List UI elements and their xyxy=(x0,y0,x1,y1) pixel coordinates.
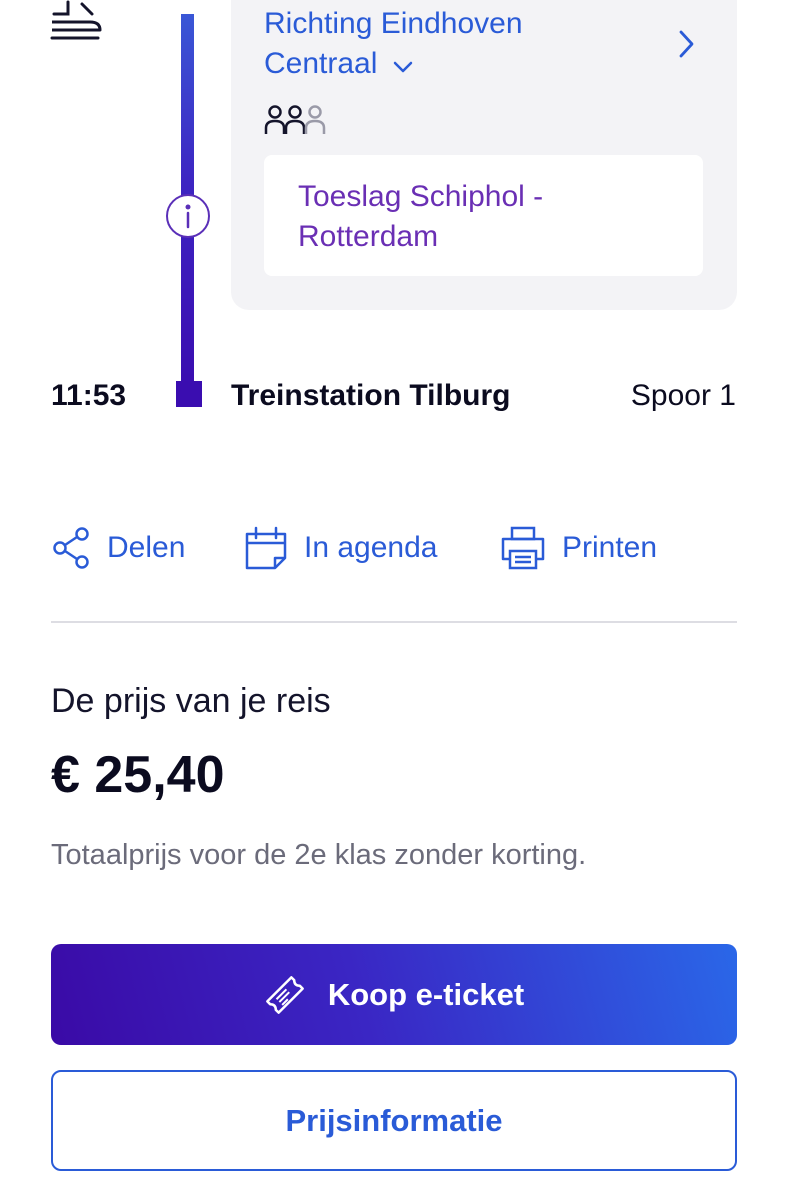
divider xyxy=(51,621,737,623)
people-icon xyxy=(264,104,330,141)
price-label: De prijs van je reis xyxy=(51,682,331,720)
surcharge-notice[interactable]: Toeslag Schiphol - Rotterdam xyxy=(264,155,703,276)
ticket-icon xyxy=(265,975,304,1014)
price-note: Totaalprijs voor de 2e klas zonder korti… xyxy=(51,839,587,871)
direction-text: Richting Eindhoven Centraal xyxy=(264,4,664,85)
direction-destination: Centraal xyxy=(264,47,378,80)
price-amount: € 25,40 xyxy=(51,746,225,804)
add-to-calendar-button[interactable]: In agenda xyxy=(244,522,437,574)
train-icon xyxy=(46,0,104,46)
arrival-time: 11:53 xyxy=(51,379,127,412)
info-icon[interactable] xyxy=(166,194,210,238)
print-label: Printen xyxy=(562,531,658,564)
surcharge-line-1: Toeslag Schiphol - xyxy=(298,180,544,213)
arrival-station: Treinstation Tilburg xyxy=(231,379,511,412)
share-label: Delen xyxy=(107,531,186,564)
surcharge-line-2: Rotterdam xyxy=(298,220,439,253)
chevron-down-icon[interactable] xyxy=(392,45,414,85)
calendar-label: In agenda xyxy=(304,531,438,564)
buy-eticket-button[interactable]: Koop e-ticket xyxy=(51,944,737,1045)
price-info-button[interactable]: Prijsinformatie xyxy=(51,1070,737,1171)
price-info-label: Prijsinformatie xyxy=(285,1102,503,1138)
direction-line-1: Richting Eindhoven xyxy=(264,7,523,40)
buy-eticket-label: Koop e-ticket xyxy=(327,976,525,1012)
printer-icon xyxy=(501,526,545,570)
direction-line-2: Centraal xyxy=(264,44,664,85)
route-end-marker xyxy=(176,381,202,407)
arrival-platform: Spoor 1 xyxy=(630,379,736,412)
share-button[interactable]: Delen xyxy=(51,522,185,574)
direction-link[interactable]: Richting Eindhoven Centraal xyxy=(264,4,704,86)
share-icon xyxy=(53,527,89,569)
print-button[interactable]: Printen xyxy=(500,522,657,574)
calendar-icon xyxy=(245,526,287,570)
chevron-right-icon[interactable] xyxy=(676,28,696,65)
